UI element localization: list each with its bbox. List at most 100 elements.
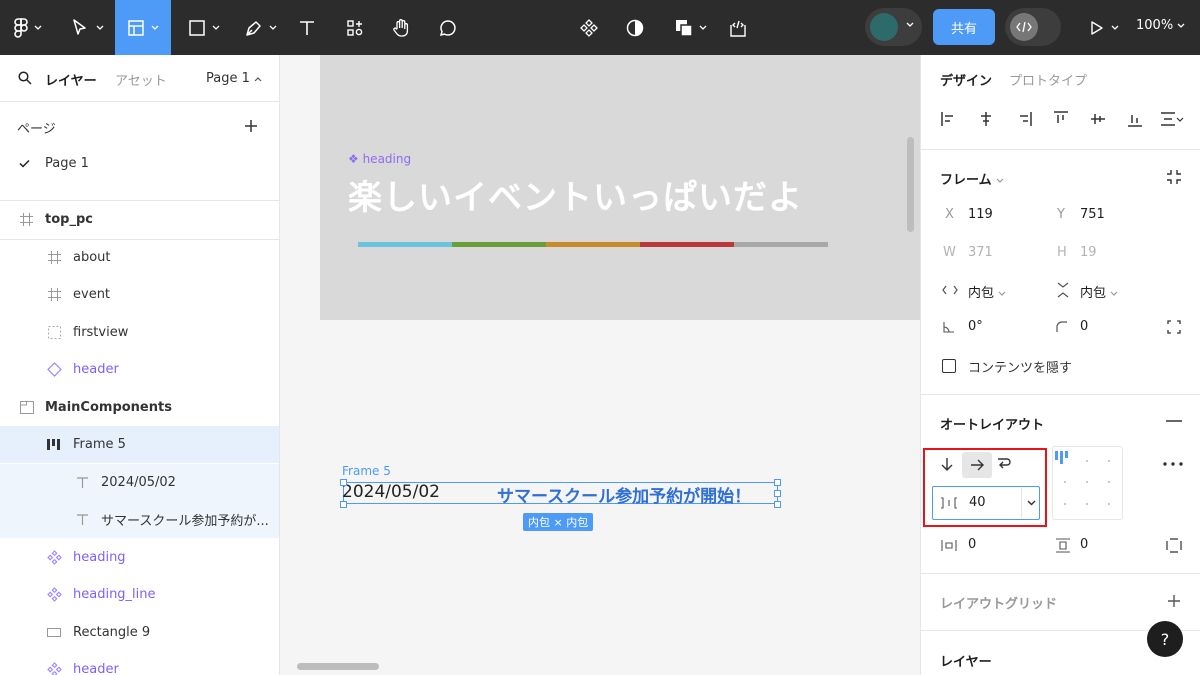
heading-line-segment xyxy=(546,242,640,247)
tab-design[interactable]: デザイン xyxy=(940,70,992,89)
toolbar: 共有 100% xyxy=(0,0,1200,55)
frame5-label[interactable]: Frame 5 xyxy=(342,464,391,478)
layer-item-header-component[interactable]: header xyxy=(0,651,279,675)
frame-section-title[interactable]: フレーム xyxy=(940,169,1004,188)
layer-item-firstview[interactable]: firstview xyxy=(0,314,279,351)
layer-item-header-instance[interactable]: header xyxy=(0,351,279,388)
horizontal-scrollbar[interactable] xyxy=(297,663,379,670)
main-menu-button[interactable] xyxy=(10,0,46,55)
w-input[interactable]: 371 xyxy=(968,245,993,260)
clip-content-checkbox[interactable] xyxy=(942,359,956,373)
h-input[interactable]: 19 xyxy=(1080,245,1097,260)
tab-assets[interactable]: アセット xyxy=(115,70,167,89)
hand-tool-button[interactable] xyxy=(386,0,416,55)
dev-mode-knob[interactable] xyxy=(1010,13,1038,41)
align-left-icon[interactable] xyxy=(941,111,957,127)
frame5-date-text[interactable]: 2024/05/02 xyxy=(342,482,440,502)
more-options-icon[interactable] xyxy=(1163,462,1183,466)
align-right-icon[interactable] xyxy=(1016,111,1032,127)
resize-handle[interactable] xyxy=(340,479,347,486)
properties-panel: デザイン プロトタイプ フレーム X 119 Y 751 W 371 H 19 … xyxy=(920,55,1200,675)
vertical-padding-input[interactable]: 0 xyxy=(1080,537,1088,552)
mask-button[interactable] xyxy=(620,0,650,55)
page-selector[interactable]: Page 1 xyxy=(206,71,262,86)
text-tool-button[interactable] xyxy=(292,0,322,55)
resources-button[interactable] xyxy=(340,0,370,55)
share-button[interactable]: 共有 xyxy=(933,9,995,45)
chevron-down-icon xyxy=(34,25,42,30)
cursor-icon xyxy=(73,18,86,35)
layer-item-rectangle9[interactable]: Rectangle 9 xyxy=(0,614,279,651)
resize-handle[interactable] xyxy=(774,490,781,497)
tab-layers[interactable]: レイヤー xyxy=(45,70,97,89)
layer-item-heading[interactable]: heading xyxy=(0,539,279,576)
align-bottom-icon[interactable] xyxy=(1127,111,1143,127)
avatar[interactable] xyxy=(870,13,898,41)
component-tool-button[interactable] xyxy=(574,0,604,55)
individual-padding-icon[interactable] xyxy=(1166,538,1182,553)
help-button[interactable]: ? xyxy=(1147,621,1183,657)
rotation-input[interactable]: 0° xyxy=(968,319,983,334)
resize-handle[interactable] xyxy=(340,501,347,508)
layer-item-date-text[interactable]: 2024/05/02 xyxy=(0,464,279,501)
heading-line-segment xyxy=(734,242,828,247)
distribute-icon[interactable] xyxy=(1160,111,1184,127)
pen-tool-button[interactable] xyxy=(238,0,282,55)
page-item[interactable]: Page 1 xyxy=(0,145,279,182)
layer-item-maincomponents[interactable]: MainComponents xyxy=(0,389,279,426)
heading-line[interactable] xyxy=(358,242,828,247)
present-button[interactable] xyxy=(1085,0,1123,55)
comment-tool-button[interactable] xyxy=(433,0,463,55)
dev-resources-button[interactable] xyxy=(723,0,753,55)
zoom-level[interactable]: 100% xyxy=(1136,18,1185,33)
align-center-h-icon[interactable] xyxy=(978,111,994,127)
align-center-v-icon[interactable] xyxy=(1090,111,1106,127)
layer-item-top-pc[interactable]: top_pc xyxy=(0,201,279,238)
heading-text[interactable]: 楽しいイベントいっぱいだよ xyxy=(348,170,803,219)
frame-tool-button[interactable] xyxy=(115,0,171,55)
canvas[interactable]: ❖ heading 楽しいイベントいっぱいだよ Frame 5 2024/05/… xyxy=(280,55,920,675)
chevron-down-icon xyxy=(998,291,1006,296)
shape-tool-button[interactable] xyxy=(180,0,228,55)
chevron-down-icon xyxy=(996,178,1004,183)
layer-item-title-text[interactable]: サマースクール参加予約が... xyxy=(0,501,279,538)
layer-item-frame5[interactable]: Frame 5 xyxy=(0,426,279,463)
chevron-up-icon xyxy=(254,77,262,82)
add-page-icon[interactable] xyxy=(244,119,258,133)
chevron-down-icon xyxy=(1177,23,1185,28)
chevron-down-icon[interactable] xyxy=(906,22,914,28)
resize-handle[interactable] xyxy=(774,479,781,486)
search-icon[interactable] xyxy=(18,71,32,85)
corner-radius-input[interactable]: 0 xyxy=(1080,319,1088,334)
w-label: W xyxy=(943,245,956,260)
alignment-grid[interactable] xyxy=(1052,446,1123,520)
layer-item-event[interactable]: event xyxy=(0,276,279,313)
align-top-icon[interactable] xyxy=(1053,111,1069,127)
horizontal-padding-input[interactable]: 0 xyxy=(968,537,976,552)
independent-corners-icon[interactable] xyxy=(1167,320,1181,334)
layer-item-about[interactable]: about xyxy=(0,239,279,276)
y-input[interactable]: 751 xyxy=(1080,207,1105,222)
layer-item-heading-line[interactable]: heading_line xyxy=(0,576,279,613)
section-icon xyxy=(20,401,34,414)
tab-prototype[interactable]: プロトタイプ xyxy=(1009,70,1087,89)
resize-handle[interactable] xyxy=(774,501,781,508)
vertical-scrollbar[interactable] xyxy=(907,137,914,232)
add-layout-grid-icon[interactable] xyxy=(1167,594,1181,608)
heading-line-segment xyxy=(358,242,452,247)
collapse-icon[interactable] xyxy=(1166,169,1182,185)
frame-tool-icon xyxy=(128,19,144,36)
heading-line-segment xyxy=(640,242,734,247)
component-icon xyxy=(47,550,62,565)
move-tool-button[interactable] xyxy=(64,0,112,55)
boolean-button[interactable] xyxy=(668,0,712,55)
layout-grid-section-title: レイアウトグリッド xyxy=(940,597,1058,612)
frame5-title-text[interactable]: サマースクール参加予約が開始！ xyxy=(497,482,751,507)
x-input[interactable]: 119 xyxy=(968,207,993,222)
height-mode-select[interactable]: 内包 xyxy=(1080,282,1118,301)
layer-section-title: レイヤー xyxy=(940,655,992,670)
width-mode-select[interactable]: 内包 xyxy=(968,282,1006,301)
code-icon xyxy=(1016,21,1032,33)
resources-icon xyxy=(347,19,363,36)
remove-autolayout-icon[interactable] xyxy=(1166,420,1182,422)
